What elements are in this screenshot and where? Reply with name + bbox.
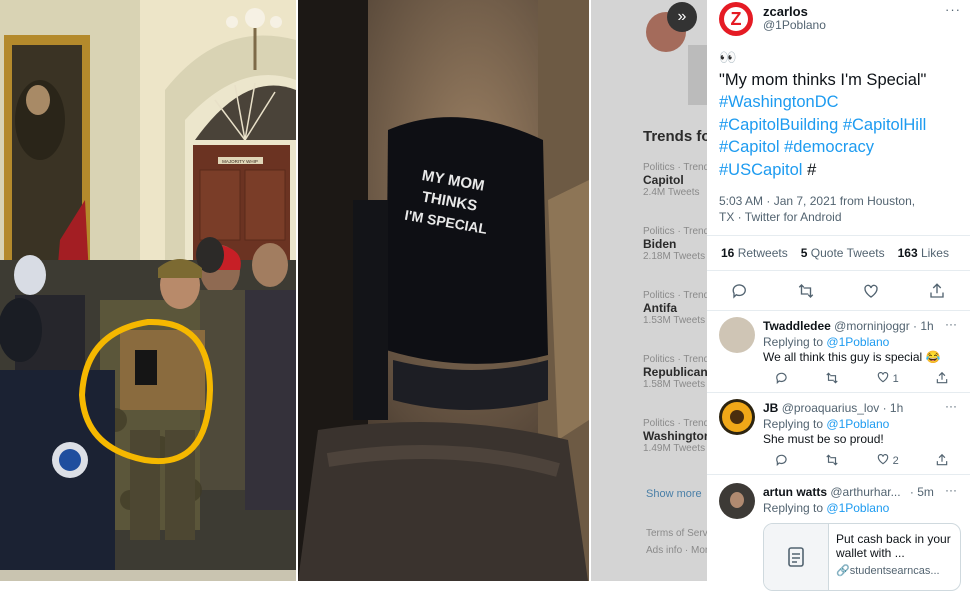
more-icon[interactable]: ··· — [945, 483, 957, 497]
like-button[interactable]: 1 — [876, 370, 899, 385]
like-button[interactable]: 2 — [876, 452, 899, 467]
share-icon[interactable] — [928, 282, 946, 300]
card-text: Put cash back in your wallet with ... — [836, 532, 951, 560]
door-sign: MAJORITY WHIP — [222, 159, 258, 164]
expand-button[interactable]: » — [667, 2, 697, 32]
hashtag-line-2[interactable]: #CapitolBuilding #CapitolHill — [719, 114, 967, 137]
likes-stat[interactable]: 163 Likes — [898, 246, 949, 260]
reply-author-handle: @morninjoggr · 1h — [834, 319, 934, 333]
document-icon — [764, 524, 829, 590]
reply-icon[interactable] — [731, 282, 749, 300]
reply-to-link[interactable]: @1Poblano — [826, 417, 889, 431]
more-icon[interactable]: ··· — [945, 2, 961, 17]
tweet-quote: "My mom thinks I'm Special" — [719, 70, 927, 89]
share-icon[interactable] — [935, 371, 949, 385]
retweet-icon[interactable] — [825, 453, 839, 467]
avatar[interactable] — [719, 399, 755, 435]
reply-author-handle: @proaquarius_lov · 1h — [781, 401, 904, 415]
reply-actions: 2 — [757, 452, 967, 467]
trailing-hash: # — [807, 160, 817, 179]
more-icon[interactable]: ··· — [945, 399, 957, 413]
reply-time: · 5m — [909, 485, 934, 499]
reply-to-link[interactable]: @1Poblano — [826, 501, 889, 515]
capitol-hallway-photo: MAJORITY WHIP — [0, 0, 296, 581]
like-icon — [877, 372, 888, 383]
reply-tweet[interactable]: Twaddledee @morninjoggr · 1h ··· Replyin… — [707, 310, 970, 393]
quote-tweets-stat[interactable]: 5 Quote Tweets — [801, 246, 885, 260]
card-link[interactable]: studentsearncas... — [850, 565, 940, 577]
tweet-panel: Z zcarlos @1Poblano ··· 👀 "My mom thinks… — [707, 0, 970, 591]
tweet-stats: 16 Retweets 5 Quote Tweets 163 Likes — [707, 235, 970, 271]
author-handle[interactable]: @1Poblano — [763, 18, 826, 32]
hashtag-line-1[interactable]: #WashingtonDC — [719, 91, 967, 114]
like-icon[interactable] — [862, 282, 880, 300]
reply-text: She must be so proud! — [763, 432, 884, 446]
footer-ads[interactable]: Ads info · More — [646, 545, 714, 556]
eyes-emoji: 👀 — [719, 49, 737, 65]
double-chevron-right-icon: » — [677, 8, 687, 25]
reply-tweet[interactable]: artun watts @arthurhar... · 5m ··· Reply… — [707, 474, 970, 591]
reply-icon[interactable] — [775, 453, 789, 467]
show-more-link[interactable]: Show more — [646, 488, 702, 500]
hashtag-line-3[interactable]: #Capitol #democracy — [719, 136, 967, 159]
like-icon — [877, 454, 888, 465]
avatar[interactable] — [719, 317, 755, 353]
reply-author-name[interactable]: Twaddledee — [763, 319, 831, 333]
reply-author-name[interactable]: artun watts — [763, 485, 827, 499]
link-icon: 🔗 — [836, 565, 850, 577]
tweet-actions — [707, 272, 970, 310]
avatar[interactable] — [719, 483, 755, 519]
like-count: 2 — [892, 455, 899, 467]
backpack-closeup-photo: MY MOM THINKS I'M SPECIAL — [298, 0, 589, 581]
tweet-text: 👀 "My mom thinks I'm Special" #Washingto… — [719, 46, 967, 181]
reply-icon[interactable] — [775, 371, 789, 385]
retweets-stat[interactable]: 16 Retweets — [721, 246, 788, 260]
tweet-timestamp: 5:03 AM · Jan 7, 2021 from Houston, TX ·… — [719, 194, 916, 224]
like-count: 1 — [892, 373, 899, 385]
hashtag-line-4[interactable]: #USCapitol — [719, 161, 802, 179]
reply-to-link[interactable]: @1Poblano — [826, 335, 889, 349]
reply-actions: 1 — [757, 370, 967, 385]
reply-author-name[interactable]: JB — [763, 401, 778, 415]
retweet-icon[interactable] — [825, 371, 839, 385]
reply-author-handle: @arthurhar... — [830, 485, 901, 499]
reply-text: We all think this guy is special 😂 — [763, 350, 941, 364]
share-icon[interactable] — [935, 453, 949, 467]
reply-tweet[interactable]: JB @proaquarius_lov · 1h ··· Replying to… — [707, 392, 970, 475]
retweet-icon[interactable] — [797, 282, 815, 300]
author-avatar[interactable]: Z — [719, 2, 753, 36]
more-icon[interactable]: ··· — [945, 317, 957, 331]
z-logo-icon: Z — [724, 7, 748, 31]
author-name[interactable]: zcarlos — [763, 4, 808, 19]
